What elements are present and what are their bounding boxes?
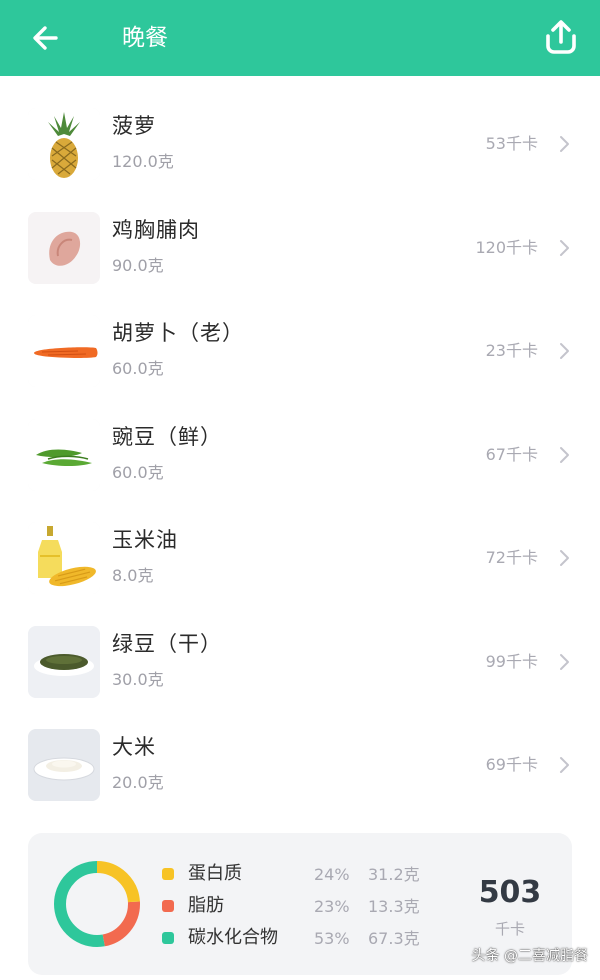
food-item-corn-oil[interactable]: 玉米油 8.0克 72千卡 xyxy=(0,506,600,610)
food-amount: 120.0克 xyxy=(112,152,174,171)
mung-beans-image xyxy=(28,625,100,698)
watermark: 头条 @二喜减脂餐 xyxy=(471,948,588,964)
nutrient-percent: 24% xyxy=(314,865,350,884)
top-bar: 晚餐 xyxy=(0,0,600,76)
chicken-breast-image xyxy=(28,211,100,284)
nutrient-amount: 67.3克 xyxy=(368,929,420,948)
food-item-chicken-breast[interactable]: 鸡胸脯肉 90.0克 120千卡 xyxy=(0,196,600,300)
food-calories: 99千卡 xyxy=(485,651,538,671)
food-list: 菠萝 120.0克 53千卡 鸡胸脯肉 90.0克 120千卡 胡萝卜（老） 6… xyxy=(0,92,600,817)
macro-donut-chart xyxy=(54,861,140,947)
carbs-color-dot xyxy=(162,932,174,944)
nutrient-name: 脂肪 xyxy=(188,895,224,916)
nutrient-name: 蛋白质 xyxy=(188,863,242,884)
share-upload-icon xyxy=(546,20,576,54)
protein-color-dot xyxy=(162,868,174,880)
food-name: 玉米油 xyxy=(112,528,178,552)
food-item-pineapple[interactable]: 菠萝 120.0克 53千卡 xyxy=(0,92,600,196)
food-amount: 30.0克 xyxy=(112,669,164,689)
food-amount: 90.0克 xyxy=(112,255,164,275)
pineapple-image xyxy=(28,108,100,180)
back-button[interactable] xyxy=(26,18,66,58)
chevron-right-icon xyxy=(560,239,569,256)
food-name: 菠萝 xyxy=(112,114,156,138)
nutrient-name: 碳水化合物 xyxy=(188,927,278,948)
food-name: 豌豆（鲜） xyxy=(112,424,222,449)
food-name: 胡萝卜（老） xyxy=(112,321,244,345)
nutrient-amount: 31.2克 xyxy=(368,865,420,884)
chevron-right-icon xyxy=(560,343,569,359)
nutrient-percent: 53% xyxy=(314,929,350,948)
legend-row-carbs: 碳水化合物 53% 67.3克 xyxy=(158,923,428,955)
food-calories: 72千卡 xyxy=(485,548,538,567)
share-button[interactable] xyxy=(540,16,582,58)
chevron-right-icon xyxy=(560,653,569,670)
nutrient-amount: 13.3克 xyxy=(368,897,420,916)
total-calories: 503 xyxy=(478,875,542,910)
chevron-right-icon xyxy=(560,446,569,463)
chevron-right-icon xyxy=(560,550,569,566)
food-calories: 69千卡 xyxy=(485,755,538,774)
food-name: 鸡胸脯肉 xyxy=(112,217,200,242)
food-item-peas[interactable]: 豌豆（鲜） 60.0克 67千卡 xyxy=(0,403,600,507)
food-calories: 23千卡 xyxy=(485,341,538,360)
food-item-rice[interactable]: 大米 20.0克 69千卡 xyxy=(0,713,600,817)
food-amount: 8.0克 xyxy=(112,566,154,585)
total-calories-unit: 千卡 xyxy=(494,920,525,938)
food-name: 绿豆（干） xyxy=(112,631,222,656)
nutrient-percent: 23% xyxy=(314,897,350,916)
carrot-image xyxy=(28,315,100,387)
fat-color-dot xyxy=(162,900,174,912)
legend-row-protein: 蛋白质 24% 31.2克 xyxy=(158,859,428,891)
food-calories: 120千卡 xyxy=(475,237,538,257)
food-item-mung-beans[interactable]: 绿豆（干） 30.0克 99千卡 xyxy=(0,610,600,714)
rice-image xyxy=(28,729,100,801)
food-amount: 60.0克 xyxy=(112,462,164,482)
peas-image xyxy=(28,418,100,491)
arrow-left-icon xyxy=(33,26,58,50)
chevron-right-icon xyxy=(560,136,569,152)
page-title: 晚餐 xyxy=(122,25,168,51)
food-item-carrot[interactable]: 胡萝卜（老） 60.0克 23千卡 xyxy=(0,299,600,403)
macro-legend: 蛋白质 24% 31.2克 脂肪 23% 13.3克 碳水化合物 53% 67.… xyxy=(158,859,428,955)
food-amount: 60.0克 xyxy=(112,359,164,378)
food-amount: 20.0克 xyxy=(112,773,164,792)
food-name: 大米 xyxy=(112,735,156,759)
food-calories: 53千卡 xyxy=(485,134,538,153)
corn-oil-image xyxy=(28,522,100,594)
food-calories: 67千卡 xyxy=(485,444,538,464)
chevron-right-icon xyxy=(560,757,569,773)
legend-row-fat: 脂肪 23% 13.3克 xyxy=(158,891,428,923)
